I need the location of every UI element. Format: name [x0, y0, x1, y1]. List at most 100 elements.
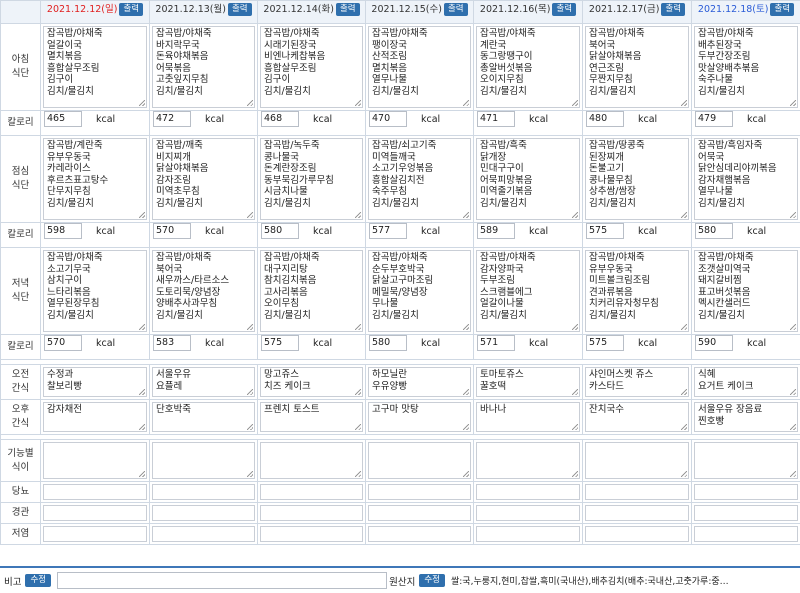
breakfast-menu-textarea[interactable]: 잡곡밥/야채죽 배추된장국 두부간장조림 맛살양배추볶음 숙주나물 김치/물김치 [694, 26, 798, 108]
dinner-kcal-input[interactable]: 583 [153, 335, 191, 351]
am-snack-textarea[interactable]: 서울우유 요플레 [152, 367, 255, 397]
dinner-menu-textarea[interactable]: 잡곡밥/야채죽 순두부호박국 닭살고구마조림 메밀묵/양념장 무나물 김치/물김… [368, 250, 471, 332]
print-button[interactable]: 출력 [770, 3, 794, 16]
low-salt-input[interactable] [260, 526, 363, 542]
low-salt-input[interactable] [476, 526, 580, 542]
tube-feeding-row: 경관 [1, 503, 800, 524]
pm-snack-textarea[interactable]: 고구마 맛탕 [368, 402, 471, 432]
lunch-kcal-input[interactable]: 575 [586, 223, 624, 239]
breakfast-kcal-input[interactable]: 468 [261, 111, 299, 127]
breakfast-menu-textarea[interactable]: 잡곡밥/야채죽 얼갈이국 멸치볶음 흥합살무조림 김구이 김치/물김치 [43, 26, 147, 108]
breakfast-menu-textarea[interactable]: 잡곡밥/야채죽 계란국 동그랑땡구이 총알버섯볶음 오이지무침 김치/물김치 [476, 26, 580, 108]
functional-diet-textarea[interactable] [368, 442, 471, 479]
pm-snack-textarea[interactable]: 프렌치 토스트 [260, 402, 363, 432]
lunch-kcal-input[interactable]: 580 [695, 223, 733, 239]
lunch-menu-textarea[interactable]: 잡곡밥/깨죽 비지찌개 닭살야채볶음 감자조림 미역초무침 김치/물김치 [152, 138, 255, 220]
kcal-unit: kcal [96, 114, 115, 125]
diabetes-input[interactable] [476, 484, 580, 500]
date-header-row: 2021.12.12(일)출력 2021.12.13(월)출력 2021.12.… [1, 1, 800, 24]
diabetes-input[interactable] [43, 484, 147, 500]
dinner-menu-textarea[interactable]: 잡곡밥/야채죽 감자양파국 두부조림 스크램블에그 얼갈이나물 김치/물김치 [476, 250, 580, 332]
print-button[interactable]: 출력 [661, 3, 685, 16]
low-salt-input[interactable] [585, 526, 689, 542]
breakfast-menu-textarea[interactable]: 잡곡밥/야채죽 바지락무국 돈육야채볶음 어묵볶음 고춧잎지무침 김치/물김치 [152, 26, 255, 108]
remarks-edit-button[interactable]: 수정 [25, 574, 51, 587]
functional-diet-row: 기능별 식이 [1, 440, 800, 482]
tube-feeding-input[interactable] [43, 505, 147, 521]
lunch-kcal-input[interactable]: 570 [153, 223, 191, 239]
pm-snack-textarea[interactable]: 서울우유 장음료 찐호빵 [694, 402, 798, 432]
diabetes-input[interactable] [260, 484, 363, 500]
lunch-menu-textarea[interactable]: 잡곡밥/쇠고기죽 미역들깨국 소고기우엉볶음 흥합살김치전 숙주무침 김치/물김… [368, 138, 471, 220]
diabetes-input[interactable] [694, 484, 798, 500]
dinner-kcal-input[interactable]: 590 [695, 335, 733, 351]
am-snack-textarea[interactable]: 토마토쥬스 꿀호떡 [476, 367, 580, 397]
low-salt-input[interactable] [43, 526, 147, 542]
breakfast-menu-textarea[interactable]: 잡곡밥/야채죽 팽이장국 산적조림 멸치볶음 열무나물 김치/물김치 [368, 26, 471, 108]
breakfast-kcal-input[interactable]: 471 [477, 111, 515, 127]
dinner-menu-textarea[interactable]: 잡곡밥/야채죽 조갯살미역국 돼지갈비찜 표고버섯볶음 멕시칸샐러드 김치/물김… [694, 250, 798, 332]
print-button[interactable]: 출력 [228, 3, 252, 16]
lunch-menu-textarea[interactable]: 잡곡밥/땅콩죽 된장찌개 돈불고기 콩나물무침 상추쌈/쌈장 김치/물김치 [585, 138, 689, 220]
diabetes-input[interactable] [368, 484, 471, 500]
breakfast-kcal-input[interactable]: 480 [586, 111, 624, 127]
lunch-kcal-input[interactable]: 577 [369, 223, 407, 239]
functional-diet-textarea[interactable] [476, 442, 580, 479]
remarks-field[interactable] [57, 572, 387, 589]
lunch-menu-textarea[interactable]: 잡곡밥/흑임자죽 어묵국 닭안심데리야끼볶음 감자채햄볶음 열무나물 김치/물김… [694, 138, 798, 220]
tube-feeding-input[interactable] [585, 505, 689, 521]
tube-feeding-input[interactable] [476, 505, 580, 521]
dinner-menu-textarea[interactable]: 잡곡밥/야채죽 북어국 새우까스/타르소스 도토리묵/양념장 양배추사과무침 김… [152, 250, 255, 332]
pm-snack-textarea[interactable]: 감자채전 [43, 402, 147, 432]
low-salt-input[interactable] [694, 526, 798, 542]
lunch-menu-textarea[interactable]: 잡곡밥/계란죽 유부우동국 카레라이스 후르츠표고탕수 단무지무침 김치/물김치 [43, 138, 147, 220]
origin-edit-button[interactable]: 수정 [419, 574, 445, 587]
am-snack-textarea[interactable]: 망고쥬스 치즈 케이크 [260, 367, 363, 397]
dinner-kcal-input[interactable]: 571 [477, 335, 515, 351]
print-button[interactable]: 출력 [336, 3, 360, 16]
functional-diet-textarea[interactable] [152, 442, 255, 479]
am-snack-textarea[interactable]: 하모닐란 우유양빵 [368, 367, 471, 397]
breakfast-menu-textarea[interactable]: 잡곡밥/야채죽 북어국 닭살야채볶음 연근조림 무짠지무침 김치/물김치 [585, 26, 689, 108]
am-snack-textarea[interactable]: 식혜 요거트 케이크 [694, 367, 798, 397]
dinner-kcal-input[interactable]: 580 [369, 335, 407, 351]
breakfast-menu-textarea[interactable]: 잡곡밥/야채죽 시래기된장국 비엔나케찹볶음 흥합살무조림 김구이 김치/물김치 [260, 26, 363, 108]
lunch-kcal-input[interactable]: 589 [477, 223, 515, 239]
diabetes-input[interactable] [152, 484, 255, 500]
kcal-unit: kcal [313, 114, 332, 125]
am-snack-textarea[interactable]: 샤인머스켓 쥬스 카스타드 [585, 367, 689, 397]
pm-snack-textarea[interactable]: 잔치국수 [585, 402, 689, 432]
lunch-menu-textarea[interactable]: 잡곡밥/녹두죽 콩나물국 돈계란장조림 동부묵김가루무침 시금치나물 김치/물김… [260, 138, 363, 220]
functional-diet-textarea[interactable] [694, 442, 798, 479]
functional-diet-textarea[interactable] [43, 442, 147, 479]
lunch-kcal-input[interactable]: 580 [261, 223, 299, 239]
breakfast-kcal-input[interactable]: 470 [369, 111, 407, 127]
print-button[interactable]: 출력 [552, 3, 576, 16]
pm-snack-textarea[interactable]: 단호박죽 [152, 402, 255, 432]
tube-feeding-input[interactable] [694, 505, 798, 521]
breakfast-kcal-input[interactable]: 472 [153, 111, 191, 127]
date-label: 2021.12.17(금) [589, 4, 660, 15]
tube-feeding-input[interactable] [260, 505, 363, 521]
breakfast-kcal-input[interactable]: 479 [695, 111, 733, 127]
breakfast-kcal-input[interactable]: 465 [44, 111, 82, 127]
dinner-menu-textarea[interactable]: 잡곡밥/야채죽 소고기무국 삼치구이 느타리볶음 열무된장무침 김치/물김치 [43, 250, 147, 332]
dinner-kcal-input[interactable]: 575 [586, 335, 624, 351]
low-salt-input[interactable] [152, 526, 255, 542]
pm-snack-textarea[interactable]: 바나나 [476, 402, 580, 432]
tube-feeding-input[interactable] [368, 505, 471, 521]
print-button[interactable]: 출력 [119, 3, 143, 16]
lunch-menu-textarea[interactable]: 잡곡밥/흑죽 닭개장 민대구구이 어묵피망볶음 미역줄기볶음 김치/물김치 [476, 138, 580, 220]
functional-diet-textarea[interactable] [260, 442, 363, 479]
print-button[interactable]: 출력 [444, 3, 468, 16]
dinner-menu-textarea[interactable]: 잡곡밥/야채죽 유부우동국 미트볼크림조림 견과류볶음 치커리유자청무침 김치/… [585, 250, 689, 332]
functional-diet-textarea[interactable] [585, 442, 689, 479]
tube-feeding-input[interactable] [152, 505, 255, 521]
diabetes-input[interactable] [585, 484, 689, 500]
dinner-kcal-input[interactable]: 570 [44, 335, 82, 351]
lunch-kcal-input[interactable]: 598 [44, 223, 82, 239]
low-salt-input[interactable] [368, 526, 471, 542]
am-snack-textarea[interactable]: 수정과 찰보리빵 [43, 367, 147, 397]
dinner-kcal-input[interactable]: 575 [261, 335, 299, 351]
dinner-menu-textarea[interactable]: 잡곡밥/야채죽 대구지리탕 참치김치볶음 고사리볶음 오이무침 김치/물김치 [260, 250, 363, 332]
